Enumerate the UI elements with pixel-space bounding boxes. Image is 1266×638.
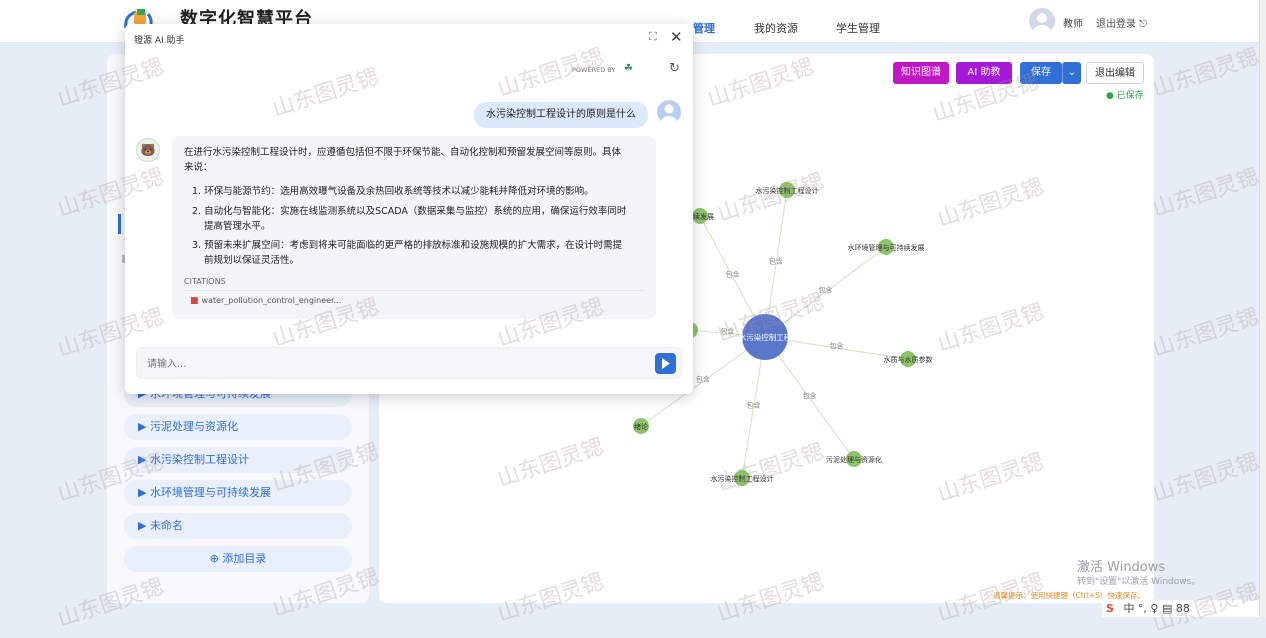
system-tray: S 中 °, ♀ ▤ 88 <box>1102 600 1266 617</box>
graph-node-label: 绪论 <box>634 422 648 431</box>
graph-edge-label: 包含 <box>769 257 783 266</box>
refresh-icon[interactable]: ↻ <box>669 61 680 76</box>
vendor-logo-icon: ☘ <box>624 63 633 74</box>
user-chat-avatar <box>657 100 681 128</box>
graph-node-label: 水质与水质参数 <box>884 355 933 364</box>
tray-icons[interactable]: 中 °, ♀ ▤ 88 <box>1123 602 1189 615</box>
citation-file-link[interactable]: ■ water_pollution_control_engineer... <box>190 296 341 306</box>
answer-point: 1. 环保与能源节约：选用高效曝气设备及余热回收系统等技术以减少能耗并降低对环境… <box>192 186 594 197</box>
user-avatar[interactable] <box>1029 8 1055 34</box>
user-question-bubble: 水污染控制工程设计的原则是什么 <box>474 102 648 128</box>
nav-management[interactable]: 管理 <box>693 20 715 36</box>
tree-item[interactable]: ▶ 水污染控制工程设计 <box>124 447 352 473</box>
logout-icon: ⎋ <box>1136 19 1148 30</box>
watermark-text: 山东图灵锶 <box>1149 449 1262 508</box>
nav-student-management[interactable]: 学生管理 <box>836 20 880 36</box>
chat-input[interactable] <box>145 354 639 374</box>
citations-divider <box>184 290 646 291</box>
send-icon <box>662 358 670 369</box>
graph-node-label: 水污染控制工程设计 <box>756 186 819 195</box>
sogou-ime-icon[interactable]: S <box>1106 602 1114 615</box>
pdf-file-icon: ■ <box>190 296 199 306</box>
chat-input-container <box>136 347 682 379</box>
graph-node-label: 污泥处理与资源化 <box>826 455 882 464</box>
graph-edge-label: 包含 <box>819 285 833 294</box>
graph-node-label: 水污染控制工程设计 <box>711 474 774 483</box>
graph-edge-label: 包含 <box>803 391 817 400</box>
graph-node-label: 水环境管理与可持续发展 <box>848 243 925 252</box>
citations-title: CITATIONS <box>184 277 226 286</box>
active-indicator <box>118 214 121 234</box>
graph-edge-label: 包含 <box>830 341 844 350</box>
answer-point: 前规划以保证灵活性。 <box>204 255 300 266</box>
answer-point: 3. 预留未来扩展空间：考虑到将来可能面临的更严格的排放标准和设施规模的扩大需求… <box>192 240 623 251</box>
user-role: 教师 <box>1063 19 1083 30</box>
tree-item[interactable]: ▶ 未命名 <box>124 513 352 539</box>
citation-file-name: water_pollution_control_engineer... <box>201 296 342 305</box>
tree-item[interactable]: ▶ 水环境管理与可持续发展 <box>124 480 352 506</box>
graph-edge-label: 包含 <box>721 327 735 336</box>
logout-label: 退出登录 <box>1096 19 1136 30</box>
page-scrollbar[interactable] <box>1259 0 1266 617</box>
graph-edge-label: 包含 <box>726 270 740 279</box>
windows-activation-subtitle: 转到"设置"以激活 Windows。 <box>1077 577 1201 587</box>
powered-by-label: POWERED BY <box>572 66 616 74</box>
graph-center-label: 水污染控制工程 <box>739 332 792 342</box>
watermark-text: 山东图灵锶 <box>1149 44 1262 103</box>
watermark-text: 山东图灵锶 <box>1149 164 1262 223</box>
answer-text: 来说： <box>184 162 213 173</box>
close-icon[interactable]: ✕ <box>670 28 683 46</box>
add-directory-button[interactable]: ⊕ 添加目录 <box>124 546 352 572</box>
graph-edge-label: 包含 <box>696 375 710 384</box>
bot-avatar-icon: 🐻 <box>136 138 160 162</box>
dialog-title: 镫源 AI 助手 <box>134 36 185 46</box>
answer-text: 在进行水污染控制工程设计时，应遵循包括但不限于环保节能、自动化控制和预留发展空间… <box>184 147 622 158</box>
tree-item[interactable]: ▶ 污泥处理与资源化 <box>124 414 352 440</box>
logout-link[interactable]: 退出登录 ⎋ <box>1096 15 1147 30</box>
answer-point: 提高管理水平。 <box>204 221 271 232</box>
expand-icon[interactable]: ⛶ <box>649 30 657 44</box>
watermark-text: 山东图灵锶 <box>1149 304 1262 363</box>
nav-my-resources[interactable]: 我的资源 <box>754 20 798 36</box>
send-button[interactable] <box>655 353 676 374</box>
windows-activation-title: 激活 Windows <box>1077 560 1166 575</box>
answer-point: 2. 自动化与智能化：实施在线监测系统以及SCADA（数据采集与监控）系统的应用… <box>192 206 627 217</box>
graph-edge-label: 包含 <box>747 401 761 410</box>
